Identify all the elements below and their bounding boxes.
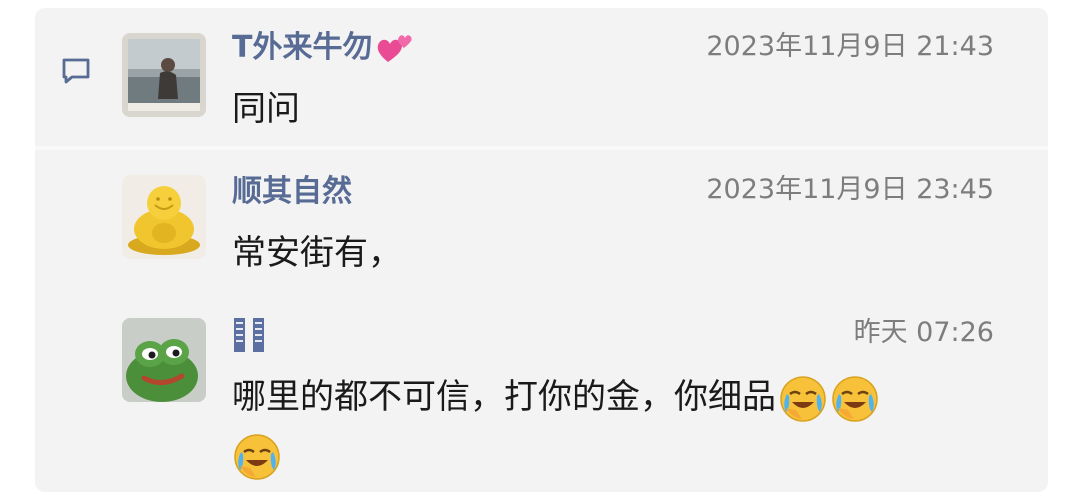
face-with-tears-emoji: [234, 433, 280, 480]
comment-text-line: 哪里的都不可信，打你的金，你细品: [232, 370, 880, 424]
user-name[interactable]: [232, 316, 266, 354]
timestamp: 2023年11月9日 21:43: [706, 31, 994, 62]
user-name[interactable]: T外来牛勿: [232, 30, 414, 66]
comment-text: 同问: [232, 89, 300, 129]
two-hearts-emoji: [378, 34, 413, 62]
user-name[interactable]: 顺其自然: [232, 174, 352, 210]
avatar[interactable]: [122, 318, 206, 402]
bookmark-tag-icon: [234, 318, 264, 352]
timestamp: 昨天 07:26: [853, 317, 994, 348]
row-divider: [35, 146, 1048, 150]
comment-icon[interactable]: [60, 55, 92, 87]
face-with-tears-emoji: [780, 375, 826, 422]
comment-text: 常安街有，: [232, 233, 402, 273]
comment-text: 哪里的都不可信，打你的金，你细品: [232, 377, 776, 417]
face-with-tears-emoji: [832, 375, 878, 422]
avatar[interactable]: [122, 175, 206, 259]
timestamp: 2023年11月9日 23:45: [706, 174, 994, 205]
comment-text-line: [232, 428, 282, 482]
avatar[interactable]: [122, 33, 206, 117]
user-name-text[interactable]: T外来牛勿: [232, 30, 372, 65]
